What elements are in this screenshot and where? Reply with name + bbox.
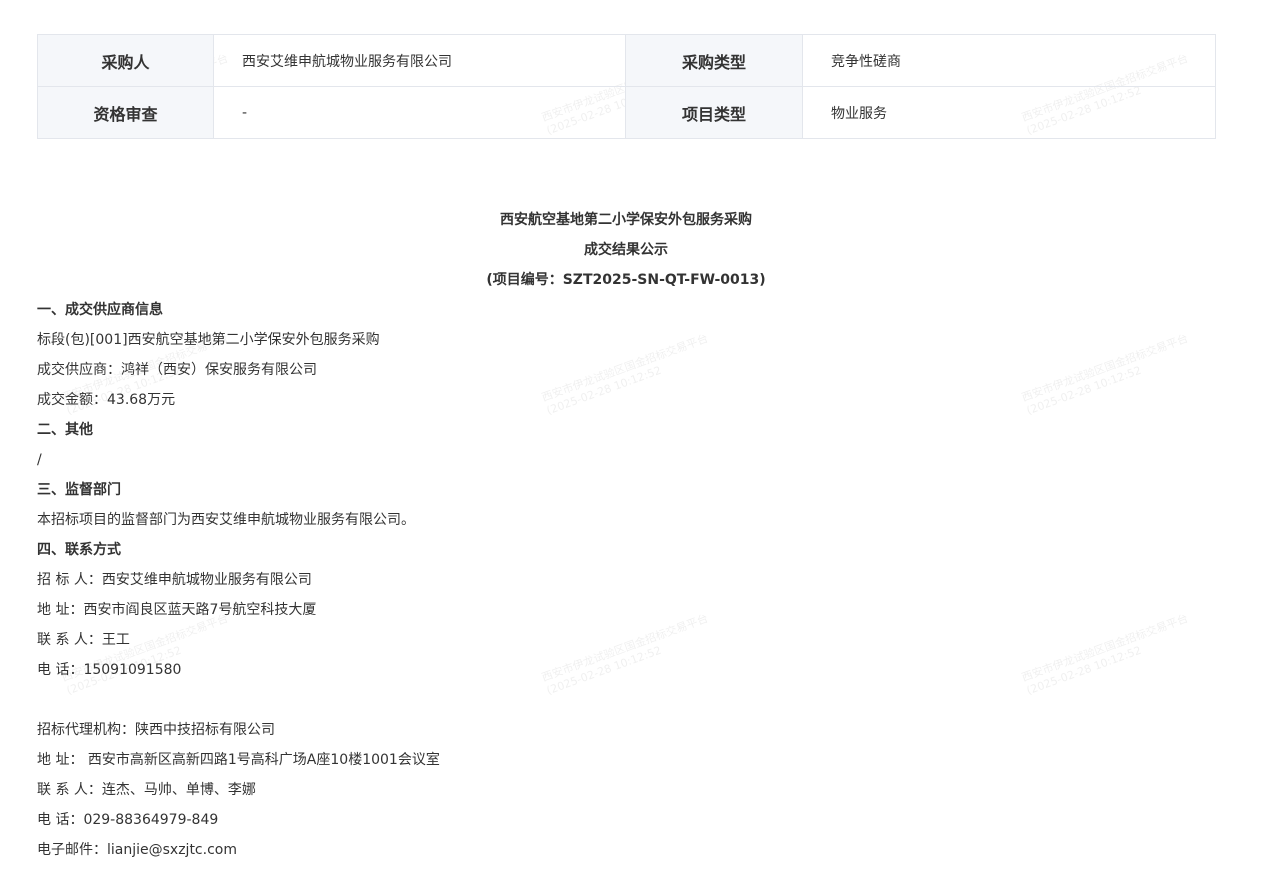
supervision-text: 本招标项目的监督部门为西安艾维申航城物业服务有限公司。 bbox=[37, 512, 415, 528]
section-heading-other: 二、其他 bbox=[37, 422, 93, 438]
agency-phone: 电 话：029-88364979-849 bbox=[37, 812, 219, 828]
info-row: 资格审查 - 项目类型 物业服务 bbox=[37, 86, 1216, 139]
qualification-review-label: 资格审查 bbox=[37, 86, 214, 139]
winning-amount: 成交金额：43.68万元 bbox=[37, 392, 176, 408]
tenderer: 招 标 人：西安艾维申航城物业服务有限公司 bbox=[37, 572, 312, 588]
procurement-type-value: 竞争性磋商 bbox=[802, 34, 1216, 87]
winning-supplier: 成交供应商：鸿祥（西安）保安服务有限公司 bbox=[37, 362, 317, 378]
agency-contact: 联 系 人：连杰、马帅、单博、李娜 bbox=[37, 782, 256, 798]
announcement-content: 采购人 西安艾维申航城物业服务有限公司 采购类型 竞争性磋商 资格审查 - 项目… bbox=[0, 0, 1264, 882]
section-heading-contact: 四、联系方式 bbox=[37, 542, 121, 558]
agency-address: 地 址： 西安市高新区高新四路1号高科广场A座10楼1001会议室 bbox=[37, 752, 440, 768]
notice-title: 西安航空基地第二小学保安外包服务采购 bbox=[500, 212, 752, 228]
lot-info: 标段(包)[001]西安航空基地第二小学保安外包服务采购 bbox=[37, 332, 380, 348]
tenderer-phone: 电 话：15091091580 bbox=[37, 662, 182, 678]
section-heading-supplier: 一、成交供应商信息 bbox=[37, 302, 163, 318]
project-type-value: 物业服务 bbox=[802, 86, 1216, 139]
project-number: (项目编号：SZT2025-SN-QT-FW-0013) bbox=[486, 272, 766, 288]
tenderer-contact: 联 系 人：王工 bbox=[37, 632, 130, 648]
purchaser-label: 采购人 bbox=[37, 34, 214, 87]
procurement-info-table: 采购人 西安艾维申航城物业服务有限公司 采购类型 竞争性磋商 资格审查 - 项目… bbox=[37, 34, 1216, 139]
notice-subtitle: 成交结果公示 bbox=[584, 242, 668, 258]
project-type-label: 项目类型 bbox=[625, 86, 803, 139]
agency: 招标代理机构：陕西中技招标有限公司 bbox=[37, 722, 275, 738]
tenderer-address: 地 址：西安市阎良区蓝天路7号航空科技大厦 bbox=[37, 602, 317, 618]
other-text: / bbox=[37, 452, 42, 468]
purchaser-value: 西安艾维申航城物业服务有限公司 bbox=[213, 34, 626, 87]
info-row: 采购人 西安艾维申航城物业服务有限公司 采购类型 竞争性磋商 bbox=[37, 34, 1216, 87]
qualification-review-value: - bbox=[213, 86, 626, 139]
agency-email: 电子邮件：lianjie@sxzjtc.com bbox=[37, 842, 237, 858]
section-heading-supervision: 三、监督部门 bbox=[37, 482, 121, 498]
procurement-type-label: 采购类型 bbox=[625, 34, 803, 87]
